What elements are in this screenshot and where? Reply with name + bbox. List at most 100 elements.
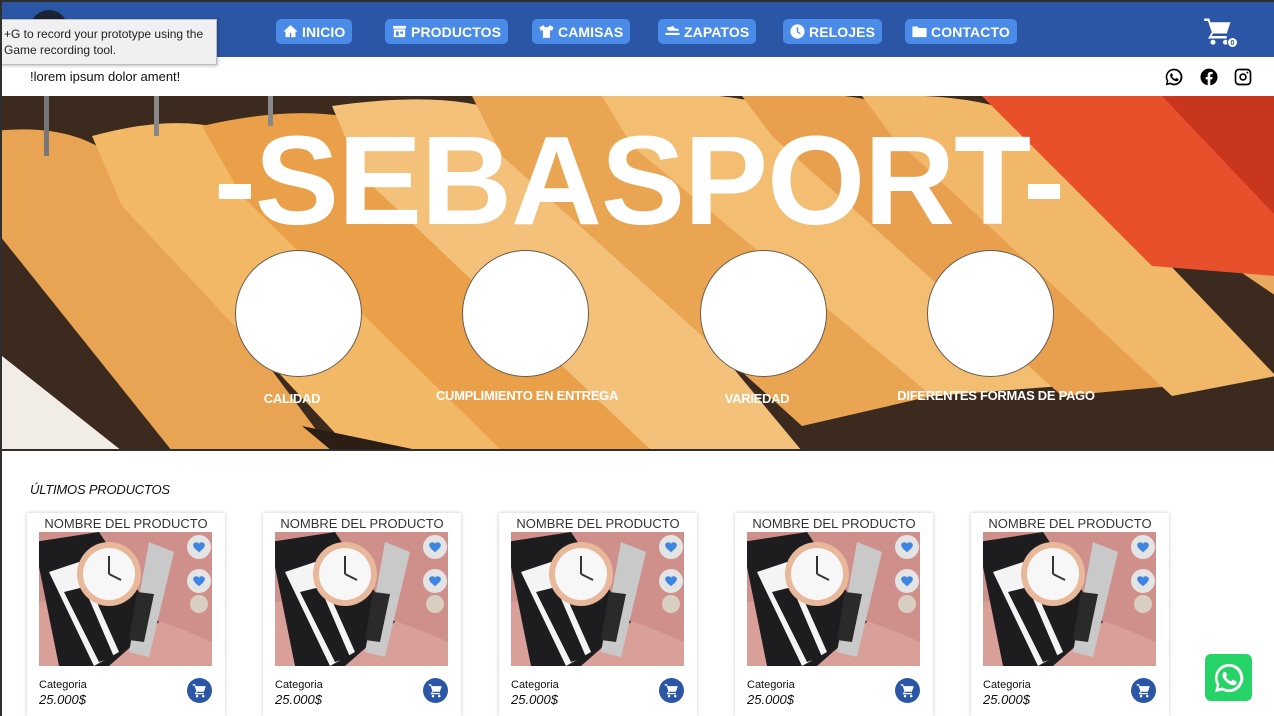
latest-products-title: ÚLTIMOS PRODUCTOS xyxy=(30,482,170,497)
heart-icon xyxy=(193,542,205,553)
cart-icon xyxy=(664,684,678,698)
instagram-icon xyxy=(1234,68,1252,86)
heart-icon xyxy=(1137,576,1149,587)
heart-icon xyxy=(665,576,677,587)
nav-relojes-label: RELOJES xyxy=(809,23,876,40)
heart-icon xyxy=(429,576,441,587)
product-image[interactable] xyxy=(983,532,1156,666)
product-name: NOMBRE DEL PRODUCTO xyxy=(44,516,208,531)
whatsapp-link[interactable] xyxy=(1164,67,1184,87)
favorite-button[interactable] xyxy=(187,535,211,559)
facebook-link[interactable] xyxy=(1199,67,1219,87)
nav-productos-label: PRODUCTOS xyxy=(411,23,502,40)
product-image[interactable] xyxy=(511,532,684,666)
feature-variedad-circle xyxy=(700,250,827,377)
nav-relojes-button[interactable]: RELOJES xyxy=(783,19,883,44)
add-to-cart-button[interactable] xyxy=(895,678,920,703)
cart-icon xyxy=(428,684,442,698)
product-price: 25.000$ xyxy=(275,692,322,707)
nav-inicio-button[interactable]: INICIO xyxy=(276,19,353,44)
instagram-link[interactable] xyxy=(1233,67,1253,87)
heart-icon xyxy=(901,542,913,553)
product-price: 25.000$ xyxy=(39,692,86,707)
page: INICIO PRODUCTOS CAMISAS ZAPATOS RELOJES… xyxy=(0,0,1274,716)
product-price: 25.000$ xyxy=(511,692,558,707)
favorite-button[interactable] xyxy=(659,535,683,559)
watch-image xyxy=(39,532,212,666)
product-name: NOMBRE DEL PRODUCTO xyxy=(516,516,680,531)
product-name: NOMBRE DEL PRODUCTO xyxy=(280,516,444,531)
heart-icon xyxy=(429,542,441,553)
cart-icon xyxy=(900,684,914,698)
cart-button[interactable]: 0 xyxy=(1203,16,1239,50)
add-to-cart-button[interactable] xyxy=(659,678,684,703)
hero-banner: -SEBASPORT- CALIDAD CUMPLIMIENTO EN ENTR… xyxy=(2,96,1274,451)
announcement-text: !lorem ipsum dolor ament! xyxy=(30,69,181,84)
hero-title: -SEBASPORT- xyxy=(213,110,1065,251)
heart-icon xyxy=(665,542,677,553)
product-category: Categoria xyxy=(747,679,795,691)
cart-count-badge: 0 xyxy=(1227,37,1238,48)
product-name: NOMBRE DEL PRODUCTO xyxy=(988,516,1152,531)
favorite-button[interactable] xyxy=(895,569,919,593)
shoe-icon xyxy=(665,25,680,36)
product-card[interactable]: NOMBRE DEL PRODUCTO Categoria 25.000$ xyxy=(27,513,225,716)
product-card[interactable]: NOMBRE DEL PRODUCTO Categoria 25.000$ xyxy=(971,513,1169,716)
favorite-button[interactable] xyxy=(659,569,683,593)
product-image[interactable] xyxy=(39,532,212,666)
favorite-button[interactable] xyxy=(423,569,447,593)
nav-camisas-label: CAMISAS xyxy=(558,23,624,40)
heart-icon xyxy=(193,576,205,587)
product-category: Categoria xyxy=(983,679,1031,691)
watch-image xyxy=(275,532,448,666)
favorite-button[interactable] xyxy=(1131,535,1155,559)
product-image[interactable] xyxy=(747,532,920,666)
facebook-icon xyxy=(1200,68,1218,86)
product-category: Categoria xyxy=(511,679,559,691)
store-icon xyxy=(393,25,406,38)
favorite-button[interactable] xyxy=(1131,569,1155,593)
watch-image xyxy=(511,532,684,666)
product-card[interactable]: NOMBRE DEL PRODUCTO Categoria 25.000$ xyxy=(263,513,461,716)
clock-icon xyxy=(790,24,805,39)
product-card[interactable]: NOMBRE DEL PRODUCTO Categoria 25.000$ xyxy=(735,513,933,716)
feature-entrega-label: CUMPLIMIENTO EN ENTREGA xyxy=(435,388,619,403)
add-to-cart-button[interactable] xyxy=(1131,678,1156,703)
add-to-cart-button[interactable] xyxy=(187,678,212,703)
nav-inicio-label: INICIO xyxy=(302,23,346,40)
watch-image xyxy=(747,532,920,666)
nav-productos-button[interactable]: PRODUCTOS xyxy=(385,19,509,44)
home-icon xyxy=(283,25,298,38)
cart-icon xyxy=(1136,684,1150,698)
nav-contacto-label: CONTACTO xyxy=(931,23,1010,40)
feature-entrega-circle xyxy=(462,250,589,377)
watch-image xyxy=(983,532,1156,666)
product-category: Categoria xyxy=(275,679,323,691)
heart-icon xyxy=(901,576,913,587)
feature-calidad-label: CALIDAD xyxy=(263,391,321,406)
whatsapp-float-button[interactable] xyxy=(1205,654,1252,701)
nav-zapatos-label: ZAPATOS xyxy=(684,23,750,40)
product-card[interactable]: NOMBRE DEL PRODUCTO Categoria 25.000$ xyxy=(499,513,697,716)
tooltip-line-2: Game recording tool. xyxy=(4,43,117,57)
feature-calidad-circle xyxy=(235,250,362,377)
nav-zapatos-button[interactable]: ZAPATOS xyxy=(658,19,757,44)
nav-camisas-button[interactable]: CAMISAS xyxy=(532,19,631,44)
shirt-icon xyxy=(539,25,554,38)
folder-icon xyxy=(912,26,927,38)
favorite-button[interactable] xyxy=(187,569,211,593)
product-image[interactable] xyxy=(275,532,448,666)
feature-pago-circle xyxy=(927,250,1054,377)
favorite-button[interactable] xyxy=(423,535,447,559)
whatsapp-icon xyxy=(1214,663,1243,692)
cart-icon xyxy=(192,684,206,698)
product-name: NOMBRE DEL PRODUCTO xyxy=(752,516,916,531)
product-price: 25.000$ xyxy=(747,692,794,707)
nav-contacto-button[interactable]: CONTACTO xyxy=(905,19,1017,44)
product-category: Categoria xyxy=(39,679,87,691)
whatsapp-icon xyxy=(1165,68,1183,86)
add-to-cart-button[interactable] xyxy=(423,678,448,703)
product-price: 25.000$ xyxy=(983,692,1030,707)
favorite-button[interactable] xyxy=(895,535,919,559)
feature-variedad-label: VARIEDAD xyxy=(724,391,790,406)
